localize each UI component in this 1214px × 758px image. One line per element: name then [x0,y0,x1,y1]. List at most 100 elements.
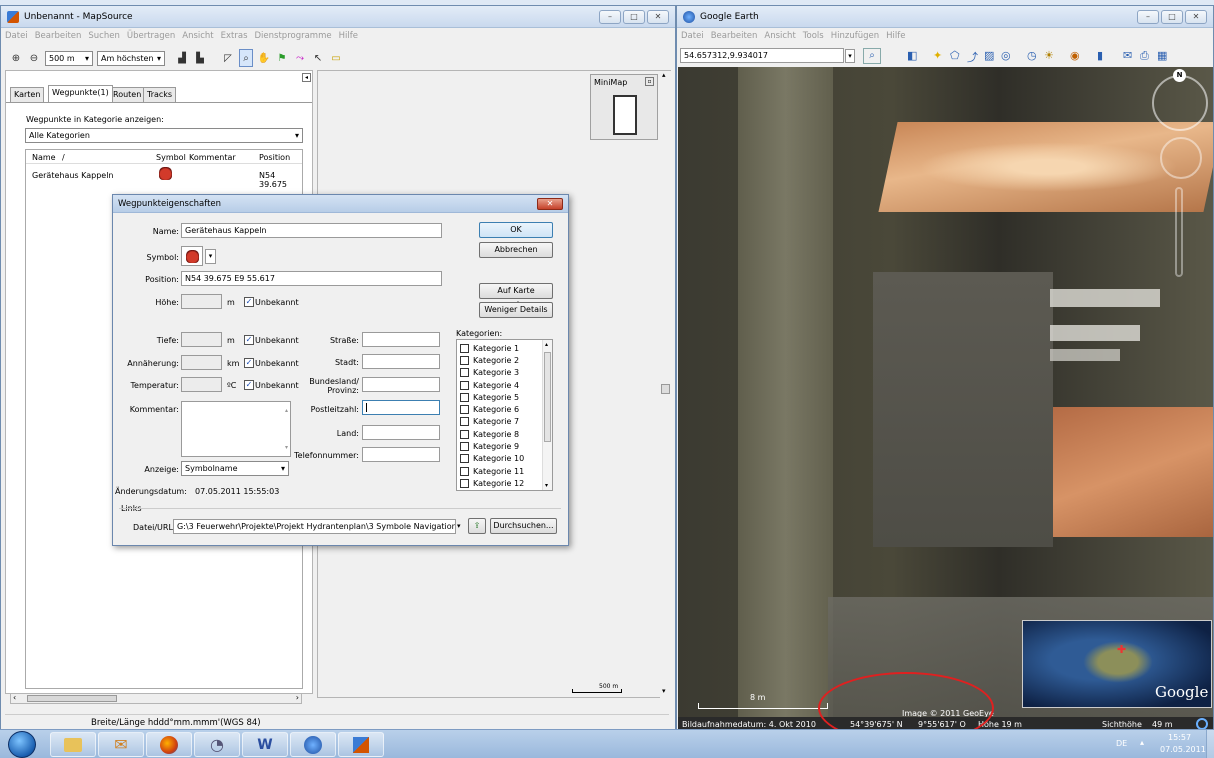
category-checkbox[interactable] [460,429,469,439]
kommentar-scroll-down-icon[interactable]: ▾ [285,441,288,454]
sun-icon[interactable]: ☀ [1044,49,1054,62]
show-desktop-button[interactable] [1206,730,1214,758]
planets-icon[interactable]: ◉ [1070,49,1080,62]
explorer-taskbar-button[interactable] [50,732,96,757]
zoom-in-icon[interactable]: ⊕ [9,49,23,67]
maximize-button[interactable]: □ [623,10,645,24]
menu-hinzufuegen[interactable]: Hinzufügen [831,31,879,41]
col-name[interactable]: Name [32,153,56,162]
category-checkbox[interactable] [460,343,469,353]
word-taskbar-button[interactable]: W [242,732,288,757]
category-checkbox[interactable] [460,417,469,427]
open-link-button[interactable]: ⇪ [468,518,486,534]
media-taskbar-button[interactable]: ◔ [194,732,240,757]
minimap-box[interactable]: MiniMap ▫ [590,74,658,140]
list-item[interactable]: Kategorie 5 [460,391,552,403]
list-item[interactable]: Kategorie 2 [460,354,552,366]
scroll-right-icon[interactable]: › [296,693,299,702]
dialog-titlebar[interactable]: Wegpunkteigenschaften ✕ [113,195,568,213]
history-icon[interactable]: ◷ [1027,49,1037,62]
send-to-device-icon[interactable]: ▙ [193,49,207,67]
category-select[interactable]: Alle Kategorien ▾ [25,128,303,143]
tab-tracks[interactable]: Tracks [143,87,177,102]
menu-datei[interactable]: Datei [681,31,704,41]
menu-hilfe[interactable]: Hilfe [339,31,358,41]
telefon-field[interactable] [362,447,440,462]
list-item[interactable]: Kategorie 3 [460,367,552,379]
path-icon[interactable]: ⤴ [967,49,978,65]
menu-bearbeiten[interactable]: Bearbeiten [711,31,758,41]
list-item[interactable]: Kategorie 6 [460,403,552,415]
list-item[interactable]: Kategorie 8 [460,428,552,440]
tab-routen[interactable]: Routen [109,87,146,102]
fewer-details-button[interactable]: Weniger Details [479,302,553,318]
scroll-down-icon[interactable]: ▾ [545,482,548,489]
menu-extras[interactable]: Extras [221,31,248,41]
receive-from-device-icon[interactable]: ▟ [175,49,189,67]
annaeherung-field[interactable] [181,355,222,370]
close-button[interactable]: ✕ [647,10,669,24]
maps-icon[interactable]: ▦ [1157,49,1167,62]
position-field[interactable]: N54 39.675 E9 55.617 [181,271,442,286]
temperatur-unknown-checkbox[interactable]: ✓ [244,380,254,390]
ruler-icon[interactable]: ▮ [1097,49,1103,62]
category-checkbox[interactable] [460,392,469,402]
search-dropdown-icon[interactable]: ▾ [845,49,855,63]
name-field[interactable]: Gerätehaus Kappeln [181,223,442,238]
menu-tools[interactable]: Tools [803,31,824,41]
col-kommentar[interactable]: Kommentar [189,153,236,162]
menu-uebertragen[interactable]: Übertragen [127,31,175,41]
start-button[interactable] [8,731,36,758]
maximize-button[interactable]: □ [1161,10,1183,24]
list-item[interactable]: Kategorie 7 [460,416,552,428]
hoehe-field[interactable] [181,294,222,309]
list-item[interactable]: Kategorie 10 [460,453,552,465]
select-tool-icon[interactable]: ↖ [311,49,325,67]
email-icon[interactable]: ✉ [1123,49,1132,62]
map-tool-icon[interactable]: ◸ [221,49,235,67]
scroll-up-icon[interactable]: ▴ [545,341,548,348]
menu-bearbeiten[interactable]: Bearbeiten [35,31,82,41]
placemark-icon[interactable]: ✦ [933,49,942,62]
close-button[interactable]: ✕ [1185,10,1207,24]
symbol-dropdown-icon[interactable]: ▾ [205,249,216,264]
scroll-down-icon[interactable]: ▾ [662,687,666,695]
google-earth-taskbar-button[interactable] [290,732,336,757]
dialog-close-button[interactable]: ✕ [537,198,563,210]
browse-button[interactable]: Durchsuchen... [490,518,557,534]
list-item[interactable]: Kategorie 4 [460,379,552,391]
search-input[interactable]: 54.657312,9.934017 [680,48,844,63]
category-list[interactable]: Kategorie 1 Kategorie 2 Kategorie 3 Kate… [456,339,553,491]
category-checkbox[interactable] [460,380,469,390]
vertical-scrollbar[interactable]: ▴ ▾ [660,71,671,699]
minimap-close-icon[interactable]: ▫ [645,77,654,86]
category-checkbox[interactable] [460,442,469,452]
mail-taskbar-button[interactable]: ✉ [98,732,144,757]
zoom-out-icon[interactable]: ⊖ [27,49,41,67]
mapsource-titlebar[interactable]: Unbenannt - MapSource – □ ✕ [1,6,675,28]
ok-button[interactable]: OK [479,222,553,238]
menu-datei[interactable]: Datei [5,31,28,41]
earth-3d-view[interactable]: N ✚ Google 8 m Image © 2011 GeoEye [678,67,1213,717]
list-item[interactable]: Kategorie 1 [460,342,552,354]
bundesland-field[interactable] [362,377,440,392]
zoom-select[interactable]: 500 m ▾ [45,50,93,66]
detail-select[interactable]: Am höchsten ▾ [97,50,165,66]
show-on-map-button[interactable]: Auf Karte anzeigen [479,283,553,309]
hoehe-unknown-checkbox[interactable]: ✓ [244,297,254,307]
minimize-button[interactable]: – [599,10,621,24]
menu-suchen[interactable]: Suchen [88,31,119,41]
scroll-left-icon[interactable]: ‹ [13,693,16,702]
table-row[interactable]: Gerätehaus Kappeln N54 39.675 [26,166,302,189]
menu-hilfe[interactable]: Hilfe [886,31,905,41]
overlay-icon[interactable]: ▨ [984,49,994,62]
anzeige-select[interactable]: Symbolname ▾ [181,461,289,476]
category-scrollbar[interactable]: ▴ ▾ [542,340,552,490]
tray-expand-icon[interactable]: ▴ [1140,738,1144,747]
minimize-button[interactable]: – [1137,10,1159,24]
clock-time[interactable]: 15:57 [1168,733,1191,742]
earth-titlebar[interactable]: Google Earth – □ ✕ [677,6,1213,28]
tab-wegpunkte[interactable]: Wegpunkte(1) [48,85,113,102]
tiefe-field[interactable] [181,332,222,347]
category-checkbox[interactable] [460,466,469,476]
